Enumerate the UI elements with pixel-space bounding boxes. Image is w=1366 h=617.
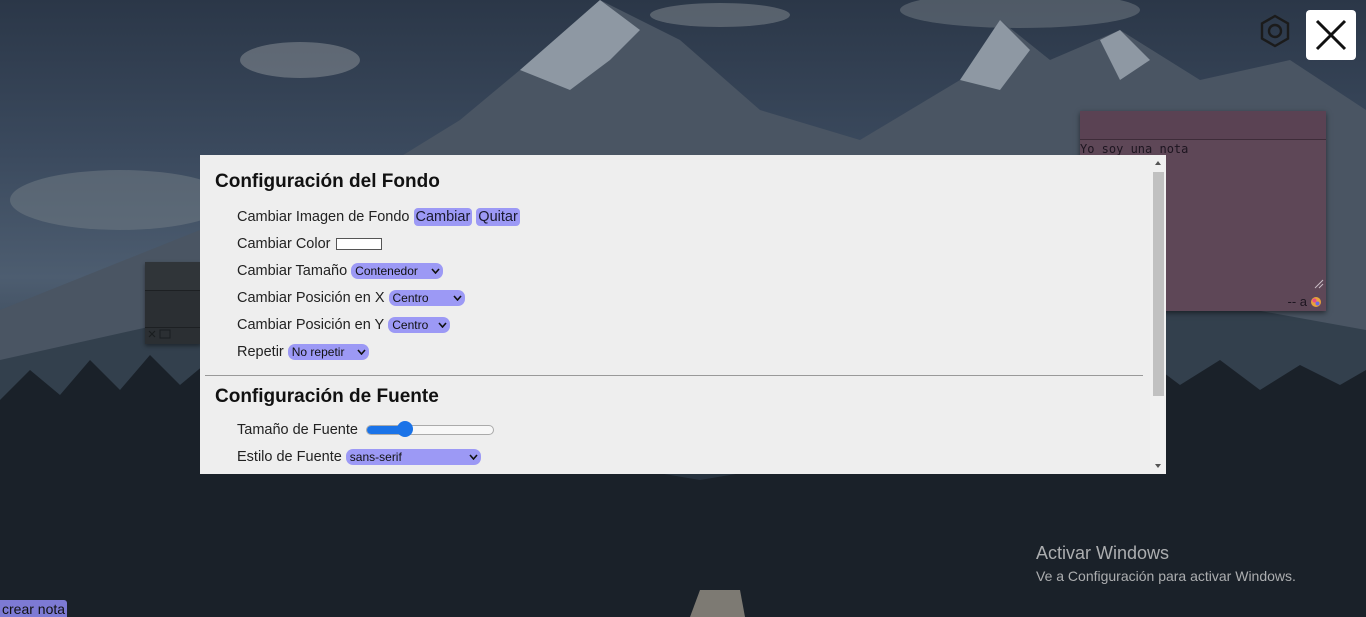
font-size-label: Tamaño de Fuente bbox=[237, 421, 358, 438]
close-icon bbox=[1315, 19, 1347, 51]
note-body bbox=[145, 291, 201, 328]
chevron-down-icon bbox=[452, 294, 462, 301]
bg-color-picker[interactable] bbox=[336, 237, 383, 250]
bg-repeat-value: No repetir bbox=[291, 344, 345, 359]
sticky-note-secondary[interactable] bbox=[145, 262, 201, 344]
scroll-down-icon[interactable] bbox=[1154, 462, 1162, 470]
bg-repeat-select[interactable]: No repetir bbox=[287, 343, 369, 360]
bg-pos-x-value: Centro bbox=[392, 290, 429, 305]
remove-image-button[interactable]: Quitar bbox=[476, 207, 520, 226]
font-size-row: Tamaño de Fuente bbox=[205, 416, 1144, 443]
note-header[interactable] bbox=[1080, 111, 1326, 140]
bg-pos-x-label: Cambiar Posición en X bbox=[237, 289, 385, 306]
create-note-button[interactable]: crear nota bbox=[0, 600, 68, 617]
font-settings-title: Configuración de Fuente bbox=[215, 386, 439, 407]
watermark-subtitle: Ve a Configuración para activar Windows. bbox=[1036, 568, 1296, 584]
resize-handle-icon[interactable] bbox=[1314, 279, 1324, 289]
bg-pos-x-select[interactable]: Centro bbox=[388, 289, 465, 306]
chevron-down-icon bbox=[431, 267, 440, 274]
watermark-title: Activar Windows bbox=[1036, 543, 1170, 563]
note-footer-icons bbox=[145, 328, 201, 343]
bg-pos-x-row: Cambiar Posición en X Centro bbox=[205, 284, 1144, 311]
bg-repeat-label: Repetir bbox=[237, 343, 284, 360]
bg-pos-y-value: Centro bbox=[392, 317, 429, 332]
panel-scrollbar[interactable] bbox=[1150, 155, 1166, 474]
background-settings-title: Configuración del Fondo bbox=[215, 171, 440, 192]
chevron-down-icon bbox=[357, 348, 366, 355]
font-style-value: sans-serif bbox=[349, 449, 402, 464]
note-delete-icon bbox=[148, 329, 171, 339]
bg-size-label: Cambiar Tamaño bbox=[237, 262, 348, 279]
bg-size-select[interactable]: Contenedor bbox=[351, 262, 444, 279]
scroll-thumb[interactable] bbox=[1153, 172, 1164, 396]
bg-size-value: Contenedor bbox=[355, 263, 418, 278]
font-style-row: Estilo de Fuente sans-serif bbox=[205, 443, 1144, 470]
color-palette-icon[interactable] bbox=[1310, 296, 1322, 308]
bg-image-label: Cambiar Imagen de Fondo bbox=[237, 208, 410, 225]
close-button[interactable] bbox=[1306, 10, 1356, 60]
gear-icon bbox=[1260, 14, 1290, 48]
settings-panel[interactable]: Configuración del Fondo Cambiar Imagen d… bbox=[200, 155, 1166, 474]
bg-repeat-row: Repetir No repetir bbox=[205, 338, 1144, 365]
bg-pos-y-label: Cambiar Posición en Y bbox=[237, 316, 385, 333]
bg-image-row: Cambiar Imagen de Fondo Cambiar Quitar bbox=[205, 203, 1144, 230]
bg-pos-y-row: Cambiar Posición en Y Centro bbox=[205, 311, 1144, 338]
bg-color-row: Cambiar Color bbox=[205, 230, 1144, 257]
change-image-button[interactable]: Cambiar bbox=[413, 207, 473, 226]
windows-activation-watermark: Activar Windows Ve a Configuración para … bbox=[1036, 543, 1296, 584]
chevron-down-icon bbox=[469, 453, 478, 460]
note-header[interactable] bbox=[145, 262, 201, 291]
font-style-select[interactable]: sans-serif bbox=[345, 448, 481, 465]
slider-thumb[interactable] bbox=[396, 420, 413, 437]
bg-color-label: Cambiar Color bbox=[237, 235, 331, 252]
bg-pos-y-select[interactable]: Centro bbox=[388, 316, 451, 333]
chevron-down-icon bbox=[438, 321, 447, 328]
settings-content: Configuración del Fondo Cambiar Imagen d… bbox=[200, 155, 1166, 470]
settings-button[interactable] bbox=[1254, 10, 1296, 52]
scroll-up-icon[interactable] bbox=[1154, 159, 1162, 167]
note-author: -- a bbox=[1287, 294, 1308, 309]
font-size-slider[interactable] bbox=[365, 420, 494, 437]
note-footer: -- a bbox=[1288, 294, 1323, 309]
font-style-label: Estilo de Fuente bbox=[237, 448, 342, 465]
bg-size-row: Cambiar Tamaño Contenedor bbox=[205, 257, 1144, 284]
